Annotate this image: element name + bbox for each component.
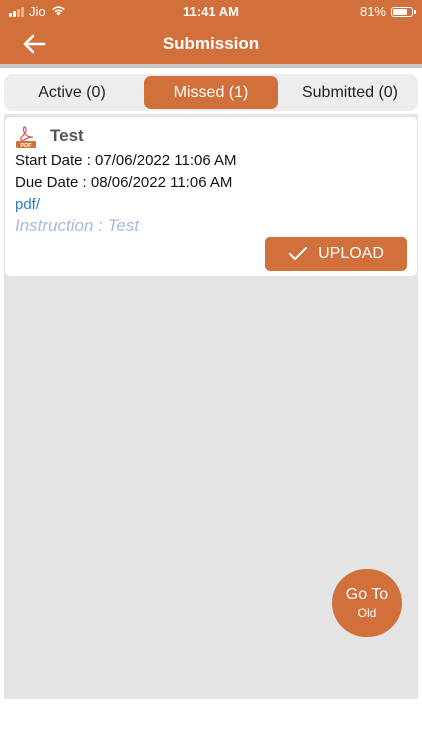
tab-bar: Active (0) Missed (1) Submitted (0)	[4, 74, 418, 111]
battery-fill	[393, 8, 407, 15]
submission-card: PDF Test Start Date : 07/06/2022 11:06 A…	[5, 117, 417, 276]
status-time: 11:41 AM	[183, 4, 239, 19]
fab-label-line1: Go To	[345, 586, 389, 603]
go-to-old-button[interactable]: Go To Old	[332, 569, 402, 637]
status-right: 81%	[359, 4, 416, 19]
pdf-icon: PDF	[16, 126, 36, 149]
page-title: Submission	[162, 34, 260, 53]
app-header: Jio 11:41 AM 81% Submission	[0, 0, 422, 67]
instruction-text: Instruction : Test	[15, 216, 140, 235]
tab-submitted[interactable]: Submitted (0)	[282, 76, 418, 109]
attachment-link[interactable]: pdf/	[15, 196, 40, 213]
due-date: Due Date : 08/06/2022 11:06 AM	[15, 174, 233, 191]
checkmark-icon	[289, 247, 308, 260]
nav-bar: Submission	[0, 24, 422, 64]
start-date: Start Date : 07/06/2022 11:06 AM	[15, 152, 237, 169]
fab-label-line2: Old	[357, 606, 377, 620]
battery-percentage: 81%	[359, 4, 386, 19]
upload-button[interactable]: UPLOAD	[265, 237, 407, 271]
status-bar: Jio 11:41 AM 81%	[0, 0, 422, 24]
submission-title: Test	[50, 126, 84, 145]
tab-active[interactable]: Active (0)	[4, 76, 140, 109]
svg-text:PDF: PDF	[21, 143, 33, 149]
screen: Jio 11:41 AM 81% Submission Active (0) M…	[0, 0, 422, 750]
header-divider	[0, 64, 422, 68]
upload-label: UPLOAD	[318, 245, 384, 262]
battery-icon	[391, 6, 416, 17]
tab-missed[interactable]: Missed (1)	[144, 76, 278, 109]
